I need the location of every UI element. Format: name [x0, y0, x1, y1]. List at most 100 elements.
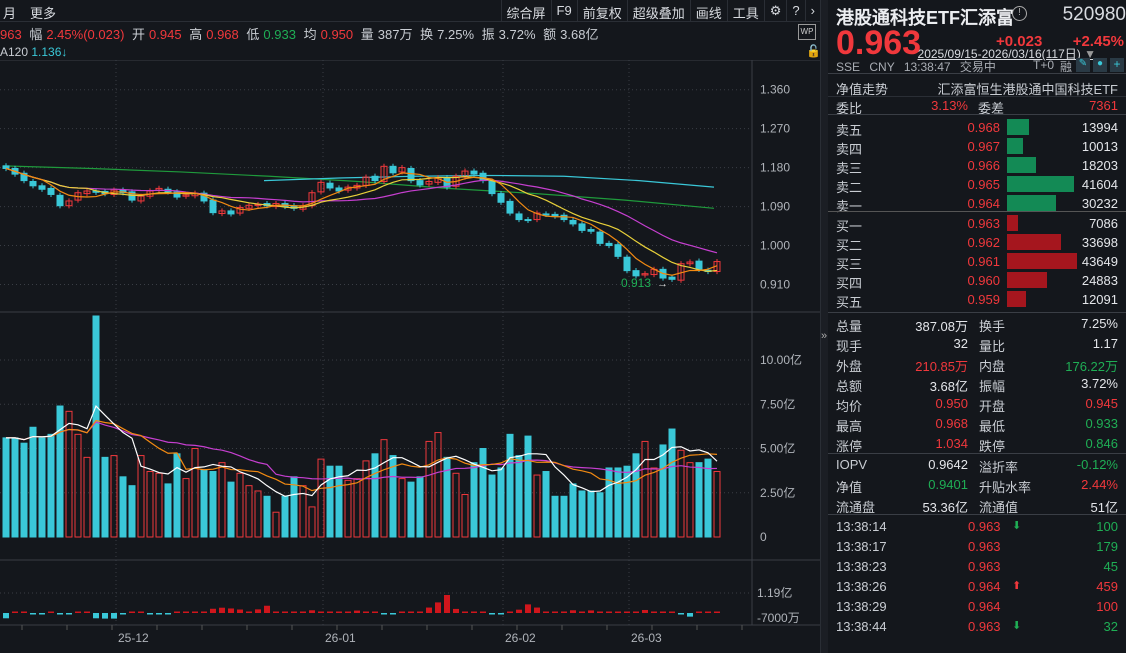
- flow-bar: [678, 613, 684, 615]
- candle-down: [2, 165, 10, 169]
- volume-bar: [506, 433, 514, 538]
- kline-chart[interactable]: 1.360 1.270 1.180 1.090 1.000 0.910 25-12 26-01…: [0, 60, 820, 653]
- flow-bar: [669, 611, 675, 613]
- ask-row[interactable]: 卖二 0.965 41604: [836, 175, 1118, 195]
- volume-bar: [479, 448, 487, 538]
- vol-value: 387万: [377, 27, 413, 42]
- candle-down: [596, 231, 604, 244]
- candle-down: [326, 182, 334, 189]
- arrow-down-icon: ⬇: [1012, 620, 1022, 632]
- trade-volume: 179: [1096, 539, 1118, 554]
- panel-divider[interactable]: »: [820, 0, 828, 653]
- volume-bar: [668, 428, 676, 538]
- trade-volume: 32: [1103, 619, 1118, 634]
- gear-icon[interactable]: ⚙: [763, 0, 787, 22]
- volume-tick-label: 0: [760, 530, 767, 544]
- bid-row[interactable]: 买五 0.959 12091: [836, 290, 1118, 310]
- period-month-button[interactable]: 月: [3, 3, 16, 22]
- candle-down: [470, 170, 478, 175]
- bid-price[interactable]: 0.962: [967, 235, 1000, 250]
- lock-icon[interactable]: 🔓: [806, 44, 821, 58]
- super-overlay-button[interactable]: 超级叠加: [626, 0, 690, 22]
- ask-price[interactable]: 0.965: [967, 177, 1000, 192]
- flow-bar: [516, 609, 522, 613]
- flow-bar: [525, 604, 531, 613]
- flow-bar: [291, 611, 297, 613]
- volume-bar: [578, 490, 586, 538]
- flow-bar: [507, 611, 513, 613]
- flow-bar: [228, 608, 234, 613]
- flow-bar: [237, 609, 243, 613]
- more-button[interactable]: 更多: [30, 3, 56, 22]
- candle-down: [56, 194, 64, 207]
- candle-down: [614, 244, 622, 257]
- ask-price[interactable]: 0.967: [967, 139, 1000, 154]
- trade-price: 0.964: [968, 579, 1001, 594]
- volume-bar: [263, 495, 271, 538]
- ask-price[interactable]: 0.964: [967, 196, 1000, 211]
- add-icon[interactable]: +: [1110, 58, 1124, 72]
- help-icon[interactable]: ?: [786, 0, 804, 22]
- flow-bar: [75, 611, 81, 613]
- candle-down: [668, 276, 676, 280]
- bid-price[interactable]: 0.961: [967, 254, 1000, 269]
- flow-bar: [462, 611, 468, 613]
- volume-bar: [677, 449, 685, 538]
- flow-bar: [633, 611, 639, 613]
- bid-price[interactable]: 0.960: [967, 273, 1000, 288]
- ask-price[interactable]: 0.968: [967, 120, 1000, 135]
- stat-value: 3.68亿: [929, 379, 968, 394]
- ask-row[interactable]: 卖四 0.967 10013: [836, 137, 1118, 157]
- ask-volume: 41604: [1081, 177, 1118, 192]
- f9-button[interactable]: F9: [550, 0, 577, 22]
- trade-time: 13:38:14: [836, 519, 887, 534]
- wp-icon[interactable]: WP: [798, 24, 816, 40]
- exchange: SSE: [836, 60, 861, 74]
- stat-row: 净值 0.9401 升贴水率 2.44%: [836, 475, 1118, 495]
- collapse-icon[interactable]: »: [821, 330, 827, 342]
- bid-row[interactable]: 买二 0.962 33698: [836, 233, 1118, 253]
- ask-row[interactable]: 卖五 0.968 13994: [836, 118, 1118, 138]
- flow-tick-label: 1.19亿: [757, 585, 792, 600]
- bid-volume: 33698: [1081, 235, 1118, 250]
- stat-label: 均价: [836, 399, 863, 414]
- bid-row[interactable]: 买一 0.963 7086: [836, 214, 1118, 234]
- chevron-right-icon[interactable]: ›: [804, 0, 820, 22]
- trade-row: 13:38:23 0.963 45: [836, 557, 1118, 576]
- ask-row[interactable]: 卖三 0.966 18203: [836, 156, 1118, 176]
- stat-value: 1.034: [935, 436, 968, 451]
- flow-bar: [246, 611, 252, 613]
- bid-price[interactable]: 0.963: [967, 216, 1000, 231]
- nav-trend-row[interactable]: 净值走势 汇添富恒生港股通中国科技ETF: [836, 77, 1118, 97]
- flow-bar: [435, 602, 441, 613]
- tools-button[interactable]: 工具: [726, 0, 764, 22]
- trade-time: 13:38:17: [836, 539, 887, 554]
- volume-bar: [515, 455, 523, 538]
- trade-volume: 100: [1096, 599, 1118, 614]
- bid-price[interactable]: 0.959: [967, 292, 1000, 307]
- stat-label: 振幅: [979, 379, 1006, 394]
- ask-price[interactable]: 0.966: [967, 158, 1000, 173]
- flow-bar: [363, 611, 369, 613]
- bid-row[interactable]: 买三 0.961 43649: [836, 252, 1118, 272]
- bell-icon[interactable]: ●: [1093, 58, 1107, 72]
- trade-volume: 100: [1096, 519, 1118, 534]
- price-change: +0.023: [996, 33, 1043, 50]
- volume-bar: [74, 433, 82, 538]
- volume-bar: [236, 472, 244, 538]
- flow-bar: [399, 611, 405, 613]
- forward-adjust-button[interactable]: 前复权: [576, 0, 627, 22]
- volume-bar: [47, 433, 55, 538]
- info-icon[interactable]: !: [1012, 6, 1027, 21]
- flow-bar: [534, 607, 540, 613]
- edit-icon[interactable]: ✎: [1076, 58, 1090, 72]
- composite-screen-button[interactable]: 综合屏: [500, 0, 551, 22]
- ask-volume-bar: [1007, 195, 1056, 211]
- flow-bar: [318, 611, 324, 613]
- volume-bar: [461, 494, 469, 538]
- draw-line-button[interactable]: 画线: [689, 0, 727, 22]
- high-value: 0.968: [206, 27, 239, 42]
- volume-bar: [227, 481, 235, 538]
- bid-row[interactable]: 买四 0.960 24883: [836, 271, 1118, 291]
- volume-bar: [326, 465, 334, 538]
